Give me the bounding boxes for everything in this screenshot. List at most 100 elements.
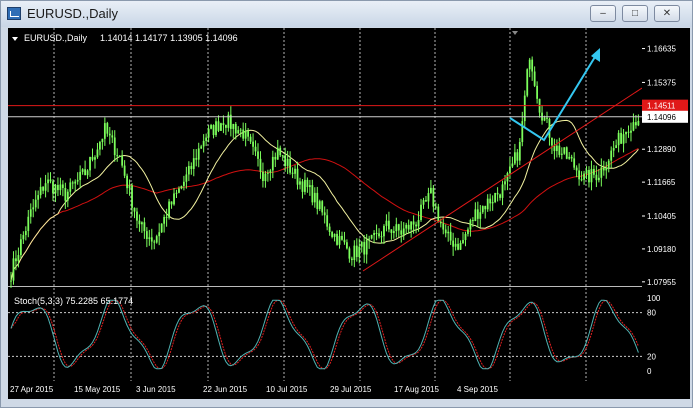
candle-body [551,137,553,146]
price-tick-label: 1.10405 [647,212,676,221]
candle-body [69,182,72,192]
time-tick-label: 22 Jun 2015 [203,385,248,394]
price-chart-svg[interactable]: EURUSD.,Daily 1.14014 1.14177 1.13905 1.… [8,28,643,381]
candle-body [183,181,185,186]
time-tick-label: 27 Apr 2015 [10,385,54,394]
candle-body [365,239,368,255]
candle-body [224,124,227,128]
stoch-tick-label: 0 [647,367,652,376]
shift-marker-icon[interactable] [512,31,518,35]
price-axis[interactable]: 1.16635 1.15375 1.14511 1.14096 1.12890 1.116… [642,28,690,381]
candle-body [170,201,173,205]
candle-body [412,221,415,225]
candle-body [257,151,259,159]
candle-body [452,240,455,247]
price-tick-label: 1.07955 [647,278,676,287]
chart-area[interactable]: EURUSD.,Daily 1.14014 1.14177 1.13905 1.… [8,28,643,381]
candle-body [304,179,306,192]
price-tick-label: 1.14096 [647,113,676,122]
candle-body [444,229,447,234]
candle-body [350,258,353,261]
candle-body [439,222,442,224]
candle-body [499,194,501,198]
candle-body [521,121,524,143]
chart-symbol-label: EURUSD.,Daily [24,33,88,43]
candle-body [306,179,309,188]
candle-body [291,172,294,174]
close-button[interactable]: ✕ [654,5,680,22]
candle-body [222,123,225,125]
candle-body [476,209,479,219]
candle-body [190,166,193,169]
candle-body [168,201,170,218]
candle-body [434,206,437,208]
candle-body [585,169,588,174]
candle-body [479,212,482,219]
candle-body [321,201,324,213]
minimize-button[interactable]: – [590,5,616,22]
candle-body [269,170,272,173]
candle-body [511,163,514,167]
candle-body [375,232,378,234]
candle-body [368,238,371,240]
candle-body [622,134,625,144]
candle-body [449,231,452,241]
candle-body [118,156,121,158]
stoch-tick-label: 80 [647,309,656,318]
candle-body [79,171,82,180]
chart-window: EURUSD.,Daily – □ ✕ EURUSD.,Daily 1.1401… [0,0,693,408]
chart-header-dropdown-icon[interactable] [12,37,18,41]
candle-body [296,168,299,185]
candle-body [34,199,37,208]
candle-body [111,135,114,138]
candle-body [311,185,314,203]
candle-body [355,245,358,258]
time-tick-label: 17 Aug 2015 [394,385,439,394]
candle-body [29,209,32,217]
candle-body [294,168,296,174]
candle-body [363,242,366,255]
candle-body [52,181,54,194]
chart-ohlc-values: 1.14014 1.14177 1.13905 1.14096 [100,33,238,43]
candle-body [32,207,35,210]
candle-body [266,172,269,174]
title-bar[interactable]: EURUSD.,Daily – □ ✕ [1,1,692,27]
stoch-main-line [10,299,639,370]
candle-body [66,191,69,201]
candle-body [590,168,593,183]
candle-body [284,155,287,166]
candle-body [108,133,111,136]
candle-body [494,192,497,203]
candle-body [560,153,563,155]
candle-body [518,142,521,161]
candle-body [141,222,143,225]
candle-body [469,220,472,230]
candle-body [217,121,220,131]
candle-body [274,156,277,160]
candle-body [299,181,301,185]
candle-body [15,258,17,262]
maximize-button[interactable]: □ [622,5,648,22]
candle-body [313,192,316,203]
candle-body [254,146,257,152]
candle-body [101,138,104,143]
stochastic-panel [8,299,642,370]
candle-body [136,211,138,221]
candle-body [402,228,405,235]
candle-body [39,186,42,196]
time-axis[interactable]: 27 Apr 2015 15 May 2015 3 Jun 2015 22 Jun 2… [8,381,690,399]
candle-body [22,235,25,240]
candle-body [454,243,457,247]
candle-body [563,147,566,154]
candle-body [145,231,148,239]
maximize-icon: □ [631,8,639,19]
candle-body [237,130,240,134]
stoch-tick-label: 100 [647,294,661,303]
support-trend-line [362,87,643,272]
stoch-tick-label: 20 [647,352,656,361]
candle-body [588,169,590,183]
candle-body [333,233,336,237]
time-tick-label: 3 Jun 2015 [136,385,176,394]
candle-body [597,177,600,181]
candle-body [326,215,329,227]
